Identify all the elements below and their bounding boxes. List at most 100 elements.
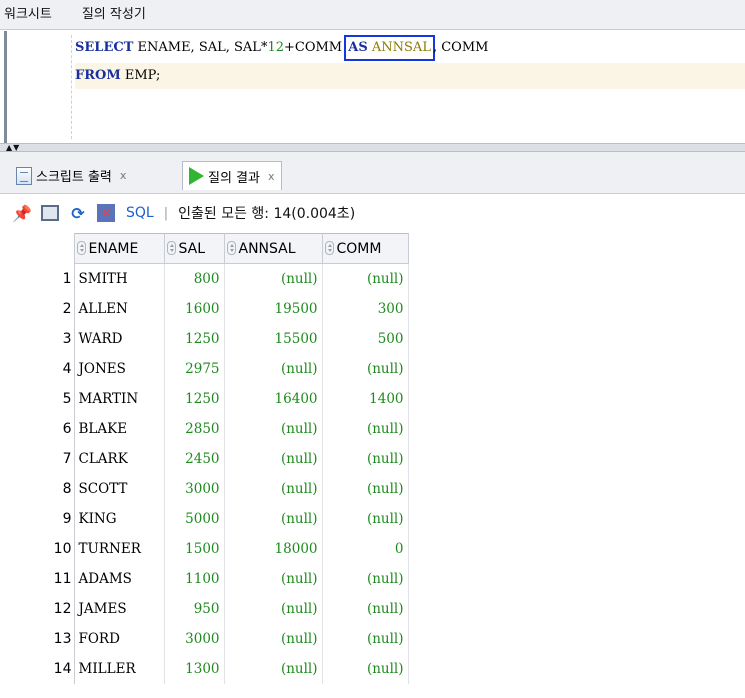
table-row[interactable]: 3 WARD 1250 15500 500 — [4, 323, 409, 354]
cell-ename[interactable]: TURNER — [74, 533, 165, 564]
cell-annsal[interactable]: 16400 — [224, 383, 323, 414]
row-number-cell[interactable]: 14 — [4, 653, 75, 684]
cell-annsal[interactable]: (null) — [224, 593, 323, 624]
table-row[interactable]: 13 FORD 3000 (null) (null) — [4, 623, 409, 654]
cell-comm[interactable]: (null) — [322, 503, 409, 534]
cell-ename[interactable]: ALLEN — [74, 293, 165, 324]
row-number-cell[interactable]: 3 — [4, 323, 75, 354]
cell-sal[interactable]: 1250 — [164, 323, 225, 354]
cell-ename[interactable]: BLAKE — [74, 413, 165, 444]
cell-sal[interactable]: 1600 — [164, 293, 225, 324]
cell-ename[interactable]: JAMES — [74, 593, 165, 624]
cell-comm[interactable]: (null) — [322, 413, 409, 444]
cell-comm[interactable]: 0 — [322, 533, 409, 564]
table-row[interactable]: 11 ADAMS 1100 (null) (null) — [4, 563, 409, 594]
cell-comm[interactable]: (null) — [322, 593, 409, 624]
cell-comm[interactable]: 500 — [322, 323, 409, 354]
row-number-cell[interactable]: 10 — [4, 533, 75, 564]
cell-sal[interactable]: 2975 — [164, 353, 225, 384]
cell-ename[interactable]: JONES — [74, 353, 165, 384]
cell-comm[interactable]: (null) — [322, 563, 409, 594]
cell-annsal[interactable]: (null) — [224, 413, 323, 444]
table-row[interactable]: 7 CLARK 2450 (null) (null) — [4, 443, 409, 474]
cell-comm[interactable]: 300 — [322, 293, 409, 324]
column-header-comm[interactable]: COMM — [321, 233, 409, 264]
cell-ename[interactable]: FORD — [74, 623, 165, 654]
row-number-cell[interactable]: 1 — [4, 263, 75, 294]
row-number-cell[interactable]: 11 — [4, 563, 75, 594]
tab-worksheet[interactable]: 워크시트 — [0, 0, 64, 30]
code-line-1[interactable]: SELECT ENAME, SAL, SAL*12+COMM AS ANNSAL… — [75, 35, 745, 61]
row-number-cell[interactable]: 5 — [4, 383, 75, 414]
row-number-cell[interactable]: 2 — [4, 293, 75, 324]
sql-link[interactable]: SQL — [126, 205, 154, 221]
cell-sal[interactable]: 2450 — [164, 443, 225, 474]
cell-comm[interactable]: (null) — [322, 263, 409, 294]
cell-annsal[interactable]: (null) — [224, 653, 323, 684]
cell-comm[interactable]: (null) — [322, 353, 409, 384]
table-row[interactable]: 10 TURNER 1500 18000 0 — [4, 533, 409, 564]
row-number-cell[interactable]: 7 — [4, 443, 75, 474]
pin-icon[interactable]: 📌 — [12, 203, 32, 223]
cell-annsal[interactable]: 18000 — [224, 533, 323, 564]
cell-sal[interactable]: 1100 — [164, 563, 225, 594]
splitter-arrows-icon[interactable]: ▲▼ — [6, 144, 20, 152]
row-number-cell[interactable]: 13 — [4, 623, 75, 654]
cell-sal[interactable]: 1500 — [164, 533, 225, 564]
row-number-cell[interactable]: 12 — [4, 593, 75, 624]
column-header-annsal[interactable]: ANNSAL — [223, 233, 323, 264]
table-row[interactable]: 6 BLAKE 2850 (null) (null) — [4, 413, 409, 444]
table-row[interactable]: 12 JAMES 950 (null) (null) — [4, 593, 409, 624]
refresh-icon[interactable]: ⟳ — [68, 203, 88, 223]
row-number-cell[interactable]: 9 — [4, 503, 75, 534]
cell-comm[interactable]: (null) — [322, 653, 409, 684]
code-line-2[interactable]: FROM EMP; — [75, 63, 745, 89]
column-header-sal[interactable]: SAL — [163, 233, 225, 264]
export-button[interactable]: ✕ — [96, 203, 116, 223]
table-row[interactable]: 9 KING 5000 (null) (null) — [4, 503, 409, 534]
cell-annsal[interactable]: 15500 — [224, 323, 323, 354]
cell-sal[interactable]: 3000 — [164, 473, 225, 504]
column-header-ename[interactable]: ENAME — [73, 233, 165, 264]
close-icon[interactable]: x — [268, 170, 275, 183]
cell-sal[interactable]: 2850 — [164, 413, 225, 444]
cell-comm[interactable]: (null) — [322, 623, 409, 654]
cell-ename[interactable]: WARD — [74, 323, 165, 354]
tab-query-builder[interactable]: 질의 작성기 — [78, 0, 158, 30]
row-number-cell[interactable]: 8 — [4, 473, 75, 504]
cell-ename[interactable]: KING — [74, 503, 165, 534]
cell-sal[interactable]: 1300 — [164, 653, 225, 684]
cell-ename[interactable]: ADAMS — [74, 563, 165, 594]
tab-script-output[interactable]: 스크립트 출력 x — [10, 161, 132, 190]
cell-ename[interactable]: SMITH — [74, 263, 165, 294]
cell-annsal[interactable]: 19500 — [224, 293, 323, 324]
cell-sal[interactable]: 5000 — [164, 503, 225, 534]
cell-annsal[interactable]: (null) — [224, 563, 323, 594]
table-row[interactable]: 5 MARTIN 1250 16400 1400 — [4, 383, 409, 414]
row-number-cell[interactable]: 4 — [4, 353, 75, 384]
table-row[interactable]: 14 MILLER 1300 (null) (null) — [4, 653, 409, 684]
row-number-cell[interactable]: 6 — [4, 413, 75, 444]
tab-query-result[interactable]: 질의 결과 x — [182, 161, 282, 190]
sql-editor[interactable]: SELECT ENAME, SAL, SAL*12+COMM AS ANNSAL… — [4, 31, 745, 143]
cell-annsal[interactable]: (null) — [224, 263, 323, 294]
cell-sal[interactable]: 800 — [164, 263, 225, 294]
cell-annsal[interactable]: (null) — [224, 503, 323, 534]
cell-ename[interactable]: SCOTT — [74, 473, 165, 504]
cell-ename[interactable]: MARTIN — [74, 383, 165, 414]
table-row[interactable]: 2 ALLEN 1600 19500 300 — [4, 293, 409, 324]
table-row[interactable]: 4 JONES 2975 (null) (null) — [4, 353, 409, 384]
cell-annsal[interactable]: (null) — [224, 353, 323, 384]
print-button[interactable] — [40, 203, 60, 223]
cell-comm[interactable]: (null) — [322, 443, 409, 474]
panel-splitter[interactable]: ▲▼ — [0, 143, 745, 152]
cell-ename[interactable]: MILLER — [74, 653, 165, 684]
cell-comm[interactable]: 1400 — [322, 383, 409, 414]
cell-annsal[interactable]: (null) — [224, 443, 323, 474]
cell-sal[interactable]: 950 — [164, 593, 225, 624]
table-row[interactable]: 8 SCOTT 3000 (null) (null) — [4, 473, 409, 504]
cell-sal[interactable]: 3000 — [164, 623, 225, 654]
close-icon[interactable]: x — [120, 169, 127, 182]
cell-annsal[interactable]: (null) — [224, 623, 323, 654]
table-row[interactable]: 1 SMITH 800 (null) (null) — [4, 263, 409, 294]
